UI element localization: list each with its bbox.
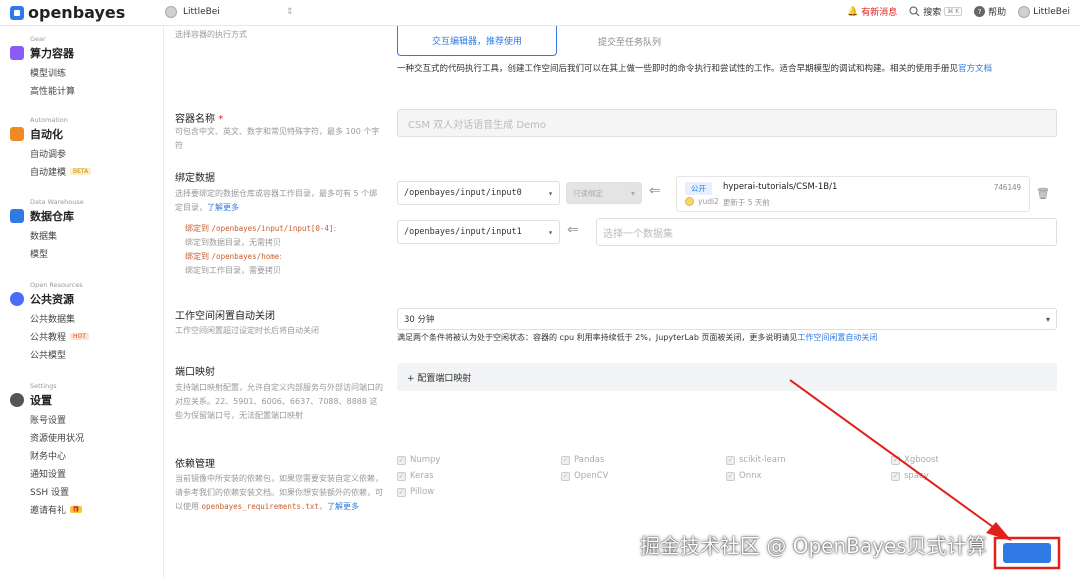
watermark-text: 掘金技术社区 @ OpenBayes贝式计算 [640, 534, 987, 558]
submit-button[interactable] [1003, 543, 1051, 563]
annotation-arrow-line [789, 379, 1001, 533]
annotation-overlay [789, 379, 1061, 570]
